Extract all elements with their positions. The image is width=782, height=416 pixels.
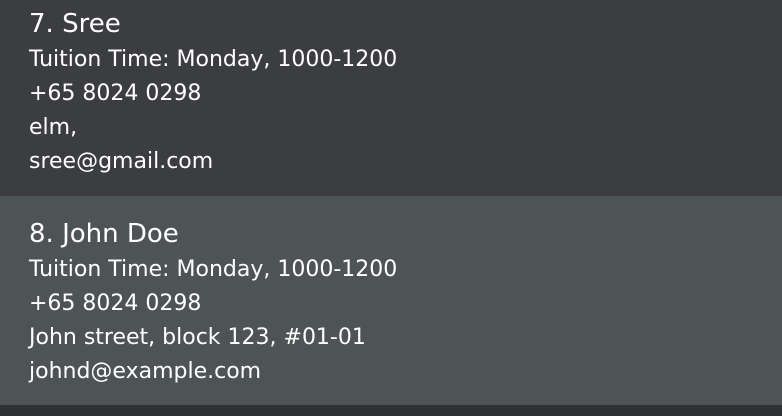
person-address: elm,	[29, 115, 78, 140]
person-name: 8. John Doe	[29, 219, 179, 249]
person-list[interactable]: 7. Sree Tuition Time: Monday, 1000-1200 …	[0, 0, 782, 416]
person-email: johnd@example.com	[29, 359, 262, 384]
person-card[interactable]: 7. Sree Tuition Time: Monday, 1000-1200 …	[0, 0, 782, 196]
person-address: John street, block 123, #01-01	[29, 325, 366, 350]
person-tuition-time: Tuition Time: Monday, 1000-1200	[29, 257, 398, 282]
person-phone: +65 8024 0298	[29, 291, 202, 316]
person-tuition-time: Tuition Time: Monday, 1000-1200	[29, 47, 398, 72]
person-phone: +65 8024 0298	[29, 81, 202, 106]
person-card-selected[interactable]: 8. John Doe Tuition Time: Monday, 1000-1…	[0, 196, 782, 405]
person-name: 7. Sree	[29, 9, 121, 39]
person-email: sree@gmail.com	[29, 149, 214, 174]
